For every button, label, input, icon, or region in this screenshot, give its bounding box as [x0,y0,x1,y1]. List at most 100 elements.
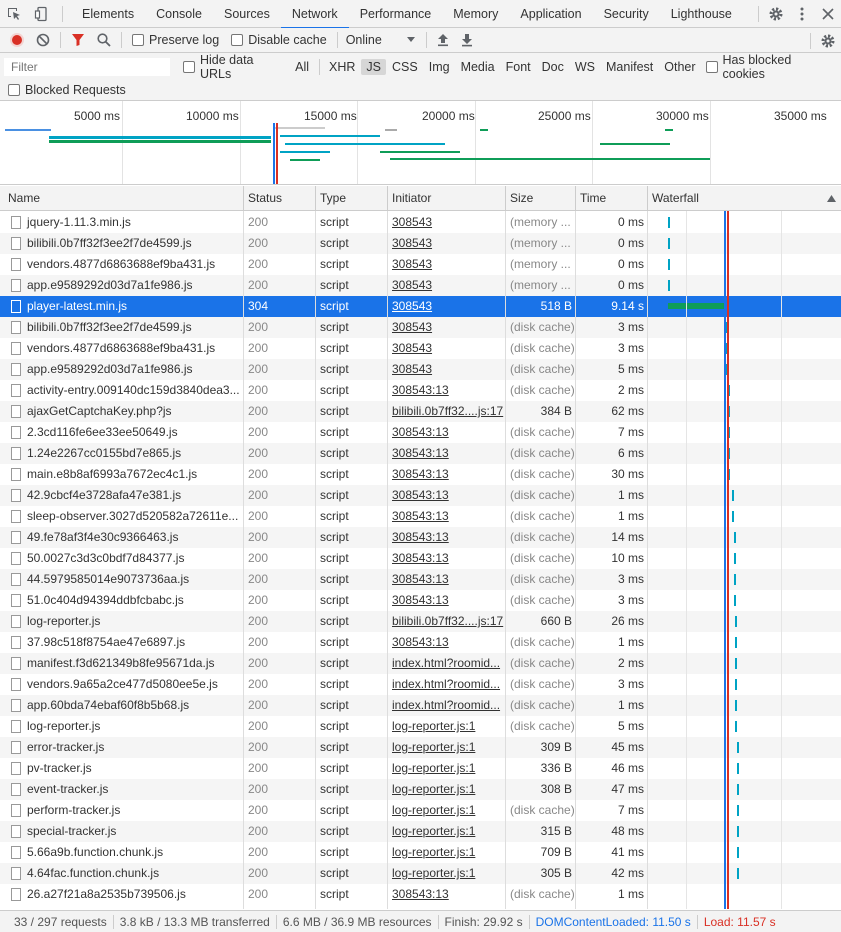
table-row[interactable]: 26.a27f21a8a2535b739506.js 200 script 30854… [0,884,841,905]
tab-network[interactable]: Network [280,0,349,29]
table-row[interactable]: pv-tracker.js 200 script log-reporter.js:1 3… [0,758,841,779]
table-row[interactable]: app.e9589292d03d7a1fe986.js 200 script 3085… [0,359,841,380]
filter-type-font[interactable]: Font [501,59,536,75]
filter-input[interactable] [4,58,170,76]
request-initiator[interactable]: 308543:13 [388,506,506,527]
column-header-name[interactable]: Name [0,186,244,211]
table-row[interactable]: jquery-1.11.3.min.js 200 script 308543 (memo… [0,212,841,233]
request-initiator[interactable]: 308543:13 [388,464,506,485]
table-row[interactable]: player-latest.min.js 304 script 308543 518 B… [0,296,841,317]
filter-type-ws[interactable]: WS [570,59,600,75]
request-initiator[interactable]: 308543:13 [388,632,506,653]
preserve-log-box[interactable] [132,34,144,46]
tab-lighthouse[interactable]: Lighthouse [660,0,743,28]
table-row[interactable]: vendors.4877d6863688ef9ba431.js 200 script… [0,338,841,359]
inspect-element-icon[interactable] [0,0,28,28]
table-row[interactable]: manifest.f3d621349b8fe95671da.js 200 scrip… [0,653,841,674]
import-har-button[interactable] [431,28,455,53]
filter-type-all[interactable]: All [290,59,314,75]
request-initiator[interactable]: 308543:13 [388,590,506,611]
table-row[interactable]: 5.66a9b.function.chunk.js 200 script log-re… [0,842,841,863]
request-initiator[interactable]: log-reporter.js:1 [388,842,506,863]
hide-data-urls-checkbox[interactable]: Hide data URLs [180,53,290,81]
table-row[interactable]: main.e8b8af6993a7672ec4c1.js 200 script 308… [0,464,841,485]
hide-data-urls-box[interactable] [183,61,195,73]
request-initiator[interactable]: bilibili.0b7ff32....js:17 [388,401,506,422]
table-row[interactable]: error-tracker.js 200 script log-reporter.js… [0,737,841,758]
request-initiator[interactable]: log-reporter.js:1 [388,737,506,758]
export-har-button[interactable] [455,28,479,53]
request-initiator[interactable]: 308543:13 [388,380,506,401]
request-initiator[interactable]: 308543 [388,275,506,296]
table-row[interactable]: log-reporter.js 200 script log-reporter.js:… [0,716,841,737]
more-options-icon[interactable] [789,0,815,28]
table-row[interactable]: app.60bda74ebaf60f8b5b68.js 200 script inde… [0,695,841,716]
request-initiator[interactable]: 308543 [388,212,506,233]
search-button[interactable] [91,28,117,53]
network-overview[interactable]: 5000 ms 10000 ms 15000 ms 20000 ms 25000… [0,101,841,185]
request-initiator[interactable]: 308543 [388,359,506,380]
table-row[interactable]: perform-tracker.js 200 script log-reporter.… [0,800,841,821]
tab-elements[interactable]: Elements [71,0,145,28]
blocked-requests-box[interactable] [8,84,20,96]
request-initiator[interactable]: log-reporter.js:1 [388,758,506,779]
column-header-time[interactable]: Time [576,186,648,211]
filter-type-css[interactable]: CSS [387,59,423,75]
tab-security[interactable]: Security [593,0,660,28]
table-row[interactable]: special-tracker.js 200 script log-reporter.… [0,821,841,842]
request-initiator[interactable]: 308543:13 [388,485,506,506]
request-initiator[interactable]: index.html?roomid... [388,674,506,695]
column-header-status[interactable]: Status [244,186,316,211]
table-row[interactable]: 42.9cbcf4e3728afa47e381.js 200 script 30854… [0,485,841,506]
request-initiator[interactable]: 308543 [388,317,506,338]
request-initiator[interactable]: 308543:13 [388,527,506,548]
request-initiator[interactable]: 308543:13 [388,548,506,569]
table-row[interactable]: 44.5979585014e9073736aa.js 200 script 30854… [0,569,841,590]
request-initiator[interactable]: 308543:13 [388,569,506,590]
disable-cache-box[interactable] [231,34,244,46]
table-row[interactable]: 49.fe78af3f4e30c9366463.js 200 script 30854… [0,527,841,548]
request-initiator[interactable]: 308543:13 [388,884,506,905]
filter-toggle-button[interactable] [65,28,91,53]
table-row[interactable]: vendors.9a65a2ce477d5080ee5e.js 200 script… [0,674,841,695]
table-row[interactable]: 2.3cd116fe6ee33ee50649.js 200 script 308543… [0,422,841,443]
record-button[interactable] [0,28,30,53]
throttling-select[interactable]: Online [342,33,422,47]
tab-application[interactable]: Application [509,0,592,28]
request-initiator[interactable]: 308543:13 [388,443,506,464]
settings-gear-icon[interactable] [763,0,789,28]
request-initiator[interactable]: log-reporter.js:1 [388,863,506,884]
column-header-waterfall[interactable]: Waterfall [648,186,841,211]
has-blocked-cookies-checkbox[interactable]: Has blocked cookies [702,53,841,81]
table-row[interactable]: vendors.4877d6863688ef9ba431.js 200 script… [0,254,841,275]
table-row[interactable]: event-tracker.js 200 script log-reporter.js… [0,779,841,800]
disable-cache-checkbox[interactable]: Disable cache [225,33,333,47]
device-toolbar-icon[interactable] [28,0,56,28]
column-header-size[interactable]: Size [506,186,576,211]
tab-performance[interactable]: Performance [349,0,443,28]
table-row[interactable]: app.e9589292d03d7a1fe986.js 200 script 3085… [0,275,841,296]
request-initiator[interactable]: 308543 [388,296,506,317]
tab-memory[interactable]: Memory [442,0,509,28]
request-initiator[interactable]: 308543 [388,233,506,254]
table-row[interactable]: 51.0c404d94394ddbfcbabc.js 200 script 30854… [0,590,841,611]
filter-type-doc[interactable]: Doc [537,59,569,75]
column-header-type[interactable]: Type [316,186,388,211]
close-icon[interactable] [815,0,841,28]
filter-type-js[interactable]: JS [361,59,387,75]
table-row[interactable]: log-reporter.js 200 script bilibili.0b7ff32… [0,611,841,632]
network-settings-button[interactable] [815,28,841,53]
tab-sources[interactable]: Sources [213,0,281,28]
filter-type-media[interactable]: Media [456,59,500,75]
request-initiator[interactable]: log-reporter.js:1 [388,800,506,821]
table-row[interactable]: bilibili.0b7ff32f3ee2f7de4599.js 200 scrip… [0,233,841,254]
filter-type-img[interactable]: Img [424,59,455,75]
request-initiator[interactable]: index.html?roomid... [388,653,506,674]
request-initiator[interactable]: index.html?roomid... [388,695,506,716]
blocked-requests-checkbox[interactable]: Blocked Requests [8,83,126,97]
filter-type-other[interactable]: Other [659,59,700,75]
table-row[interactable]: bilibili.0b7ff32f3ee2f7de4599.js 200 scrip… [0,317,841,338]
preserve-log-checkbox[interactable]: Preserve log [126,33,225,47]
table-row[interactable]: 50.0027c3d3c0bdf7d84377.js 200 script 30854… [0,548,841,569]
filter-type-manifest[interactable]: Manifest [601,59,658,75]
